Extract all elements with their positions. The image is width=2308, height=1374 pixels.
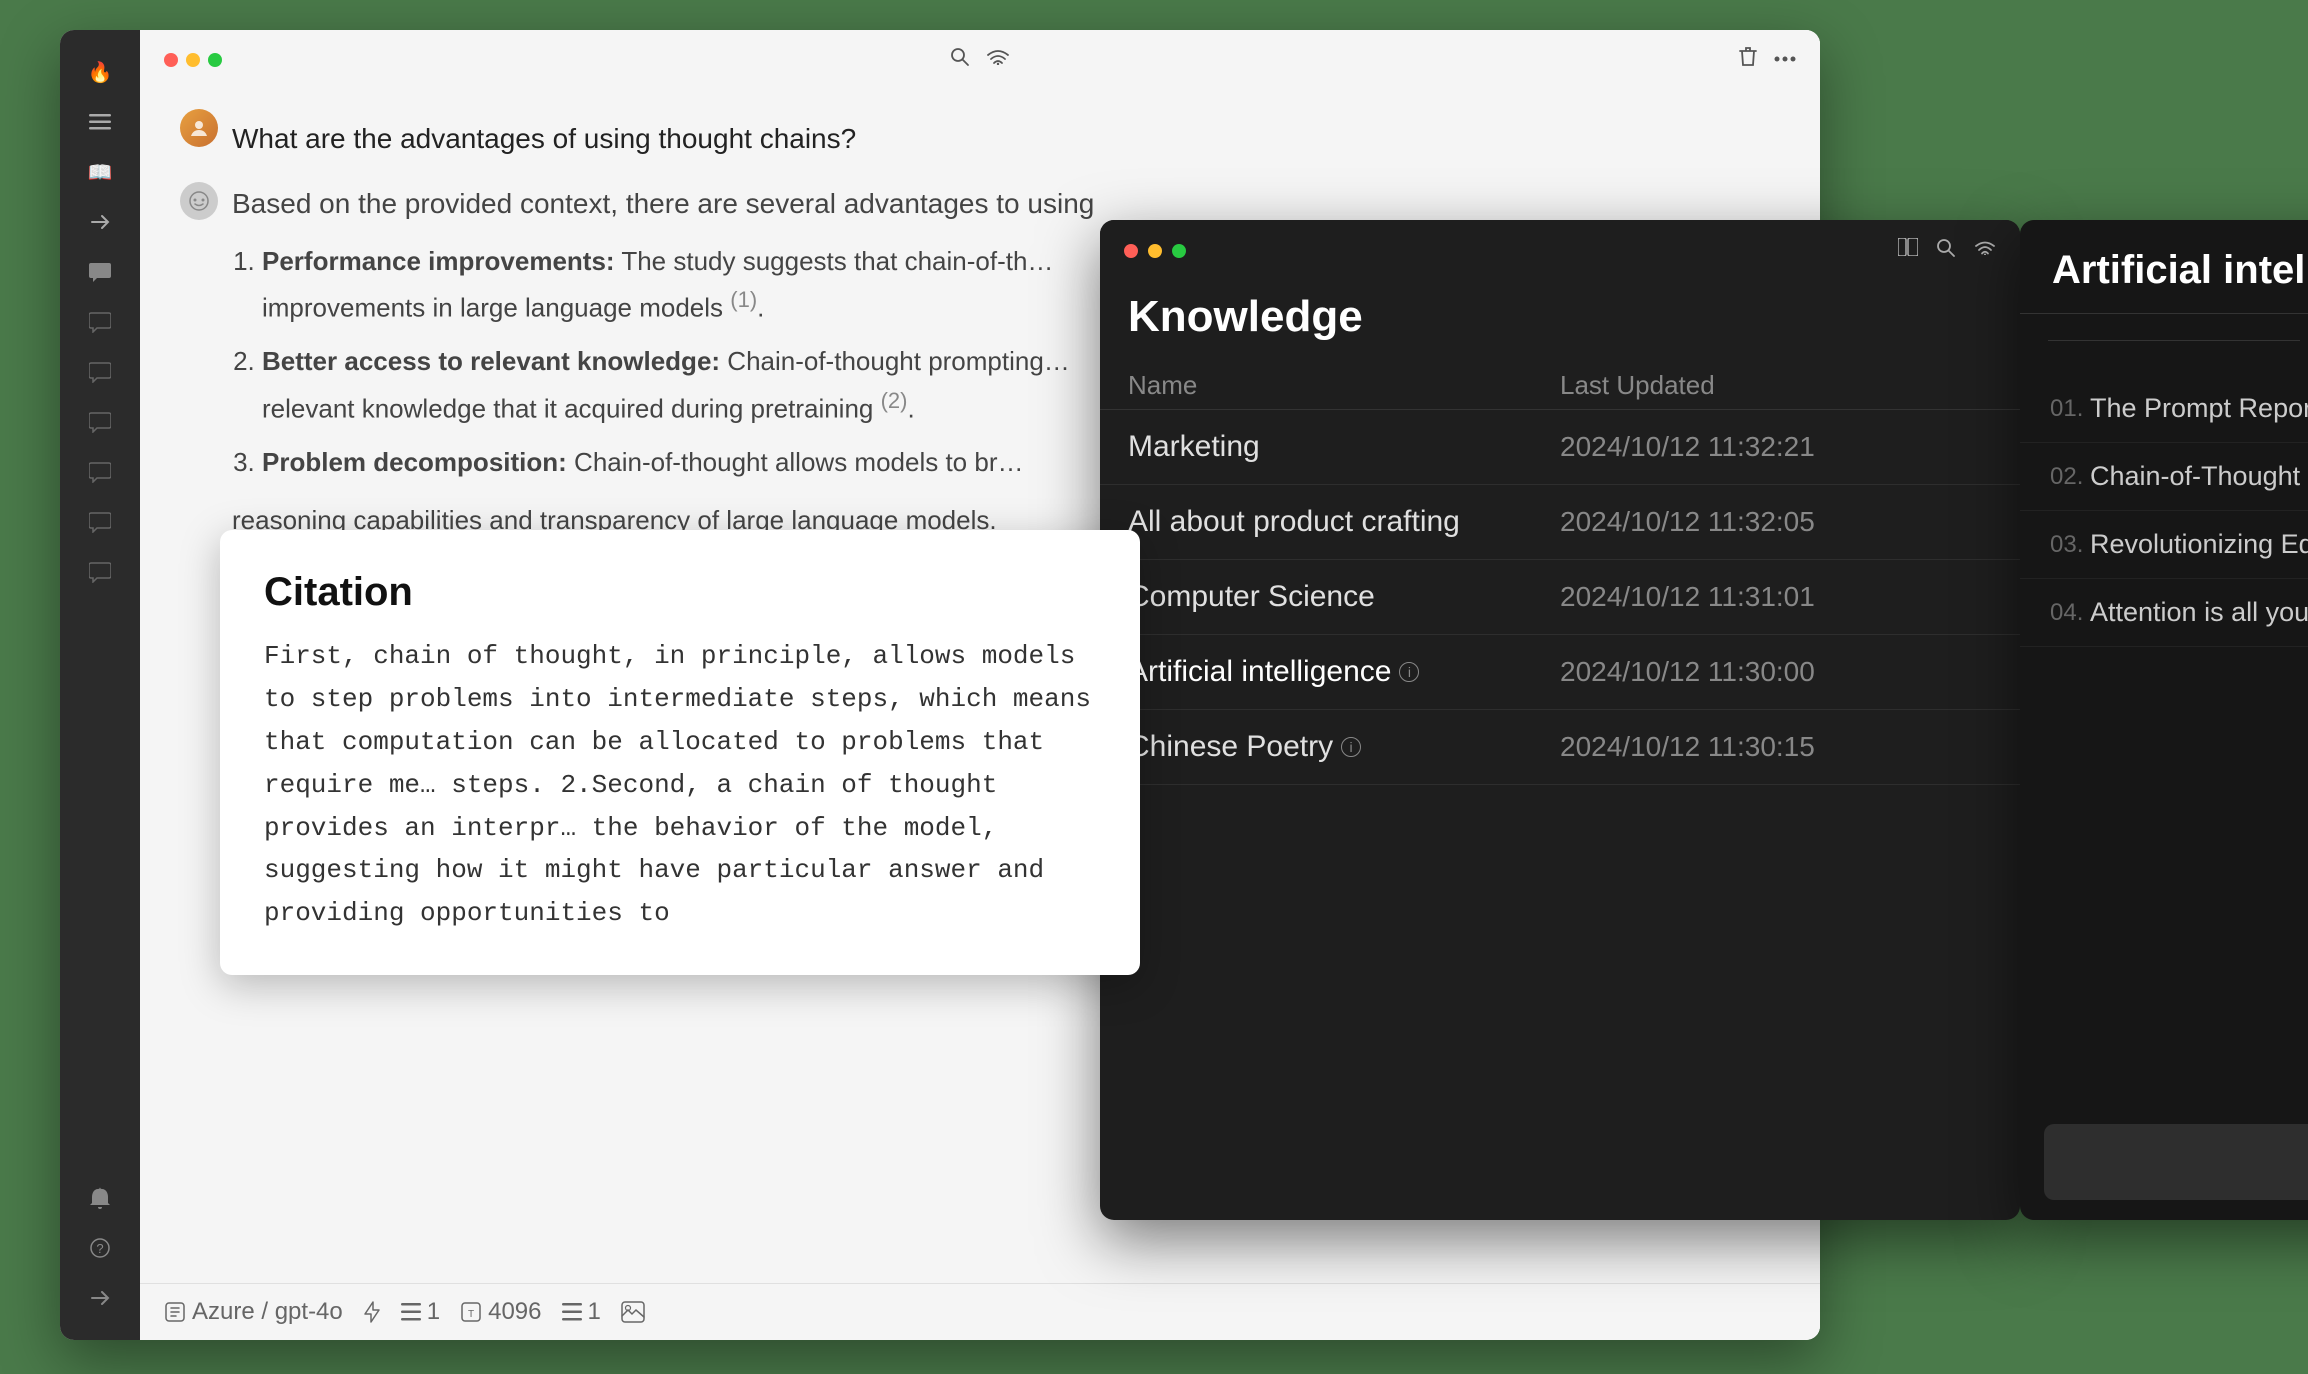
file-name-3: Revolutionizing Educat… [2090,529,2308,560]
row-date-poetry: 2024/10/12 11:30:15 [1560,731,1992,763]
sidebar-icon-chat3[interactable] [78,350,122,394]
sidebar-icon-chat2[interactable] [78,300,122,344]
footer-model[interactable]: Azure / gpt-4o [164,1298,343,1326]
delete-icon[interactable] [1738,46,1758,73]
sidebar-icon-bell[interactable] [78,1176,122,1220]
knowledge-tl-red[interactable] [1124,244,1138,258]
footer-tokens[interactable]: T 4096 [460,1298,541,1326]
ai-panel: Artificial intelligence × Files 01. The … [2020,220,2308,1220]
sidebar-icon-arrow[interactable] [78,1276,122,1320]
footer-count2: 1 [588,1298,601,1326]
sidebar-icon-chat1[interactable] [78,250,122,294]
sidebar-icon-fire[interactable]: 🔥 [78,50,122,94]
wifi-icon [986,47,1010,72]
knowledge-heading: Knowledge [1100,282,2020,362]
row-date-product: 2024/10/12 11:32:05 [1560,506,1992,538]
svg-text:T: T [468,1309,474,1320]
add-files-button[interactable]: Add files [2044,1124,2308,1200]
file-num-4: 04. [2050,599,2090,627]
file-name-2: Chain-of-Thought Pro… [2090,461,2308,492]
row-name-cs: Computer Science [1128,580,1560,614]
file-item-4: 04. Attention is all you nee… 2.1MB [2020,579,2308,647]
knowledge-title-bar [1100,220,2020,282]
footer-tokens-text: 4096 [488,1298,541,1326]
footer-icon-image[interactable] [621,1301,645,1323]
sidebar-icon-send[interactable] [78,200,122,244]
sidebar-icon-chat5[interactable] [78,450,122,494]
knowledge-toolbar-icons [1898,238,1996,264]
user-avatar [180,109,218,147]
file-num-3: 03. [2050,531,2090,559]
knowledge-row-marketing[interactable]: Marketing 2024/10/12 11:32:21 [1100,410,2020,485]
traffic-light-green[interactable] [208,53,222,67]
svg-text:?: ? [96,1241,103,1256]
more-icon[interactable] [1774,46,1796,73]
sidebar-icon-help[interactable]: ? [78,1226,122,1270]
ai-avatar [180,182,218,220]
citation-popup: Citation First, chain of thought, in pri… [220,530,1140,975]
ai-panel-header: Artificial intelligence × [2020,220,2308,314]
file-name-1: The Prompt Report- A … [2090,393,2308,424]
knowledge-row-poetry[interactable]: Chinese Poetry i 2024/10/12 11:30:15 [1100,710,2020,785]
user-message-row: What are the advantages of using thought… [180,109,1780,162]
knowledge-row-ai[interactable]: Artificial intelligence i 2024/10/12 11:… [1100,635,2020,710]
col-name: Name [1128,370,1560,401]
footer-count1: 1 [427,1298,440,1326]
row-date-ai: 2024/10/12 11:30:00 [1560,656,1992,688]
knowledge-window: Knowledge Name Last Updated Marketing 20… [1100,220,2020,1220]
traffic-light-yellow[interactable] [186,53,200,67]
traffic-lights [164,53,222,67]
file-item-3: 03. Revolutionizing Educat… 148.8KB [2020,511,2308,579]
knowledge-tl-yellow[interactable] [1148,244,1162,258]
user-message-text: What are the advantages of using thought… [232,109,1780,162]
file-num-2: 02. [2050,463,2090,491]
footer-icon-list2[interactable]: 1 [562,1298,601,1326]
footer-bar: Azure / gpt-4o 1 T 4096 [140,1283,1820,1340]
row-date-marketing: 2024/10/12 11:32:21 [1560,431,1992,463]
col-date: Last Updated [1560,370,1992,401]
knowledge-row-product[interactable]: All about product crafting 2024/10/12 11… [1100,485,2020,560]
knowledge-wifi-icon [1974,238,1996,264]
file-num-1: 01. [2050,395,2090,423]
search-icon[interactable] [950,47,970,72]
knowledge-row-cs[interactable]: Computer Science 2024/10/12 11:31:01 [1100,560,2020,635]
file-item-2: 02. Chain-of-Thought Pro… 870.9KB [2020,443,2308,511]
sidebar-icon-bars[interactable] [78,100,122,144]
row-name-poetry: Chinese Poetry i [1128,730,1560,764]
footer-icon-list[interactable]: 1 [401,1298,440,1326]
knowledge-table: Name Last Updated Marketing 2024/10/12 1… [1100,362,2020,1220]
footer-icon-lightning[interactable] [363,1301,381,1323]
knowledge-sidebar-icon[interactable] [1898,238,1918,264]
row-name-product: All about product crafting [1128,505,1560,539]
files-list: 01. The Prompt Report- A … 2.9MB 02. Cha… [2020,365,2308,1104]
file-name-4: Attention is all you nee… [2090,597,2308,628]
ai-panel-title: Artificial intelligence [2052,248,2308,293]
knowledge-search-icon[interactable] [1936,238,1956,264]
citation-text: First, chain of thought, in principle, a… [264,635,1096,935]
row-name-ai: Artificial intelligence i [1128,655,1560,689]
knowledge-tl-green[interactable] [1172,244,1186,258]
files-label: Files [2020,314,2308,365]
title-actions [1738,46,1796,73]
title-icons [950,47,1010,72]
sidebar: 🔥 📖 [60,30,140,1340]
sidebar-icon-chat7[interactable] [78,550,122,594]
sidebar-icon-chat6[interactable] [78,500,122,544]
citation-title: Citation [264,570,1096,615]
sidebar-icon-chat4[interactable] [78,400,122,444]
file-item-1: 01. The Prompt Report- A … 2.9MB [2020,375,2308,443]
poetry-info-icon[interactable]: i [1341,737,1361,757]
row-name-marketing: Marketing [1128,430,1560,464]
ai-info-icon[interactable]: i [1399,662,1419,682]
sidebar-icon-book[interactable]: 📖 [78,150,122,194]
knowledge-table-header: Name Last Updated [1100,362,2020,410]
title-bar [140,30,1820,89]
traffic-light-red[interactable] [164,53,178,67]
row-date-cs: 2024/10/12 11:31:01 [1560,581,1992,613]
footer-model-text: Azure / gpt-4o [192,1298,343,1326]
